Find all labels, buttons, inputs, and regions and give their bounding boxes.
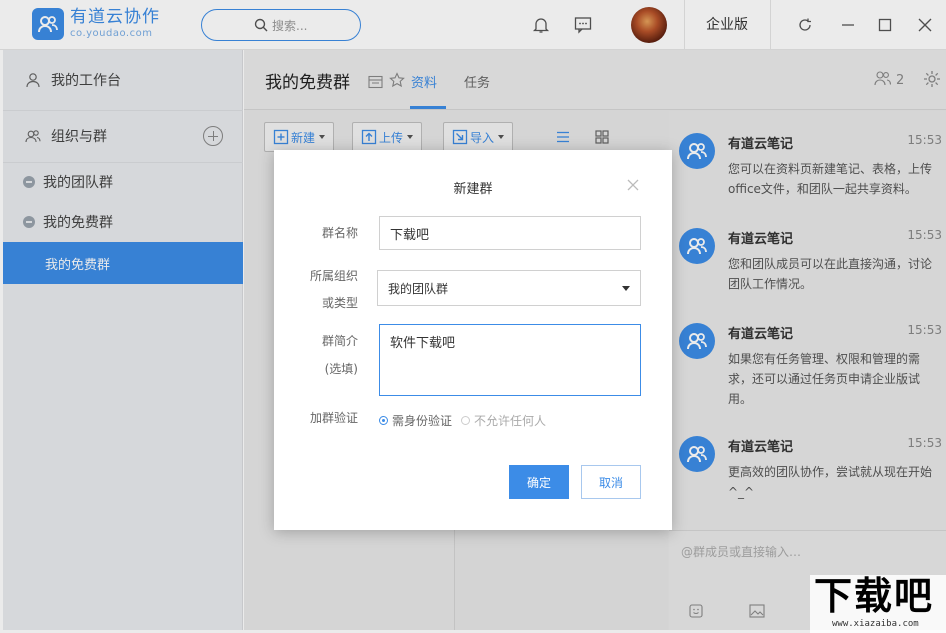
confirm-button[interactable]: 确定 bbox=[509, 465, 569, 499]
group-description-value: 软件下载吧 bbox=[390, 336, 456, 351]
desc-label: 群简介 bbox=[321, 334, 358, 348]
org-select-value: 我的团队群 bbox=[388, 281, 449, 296]
verify-radio-identity[interactable]: 需身份验证 bbox=[379, 412, 452, 429]
group-name-value: 下载吧 bbox=[390, 227, 430, 243]
watermark: 下载吧 www.xiazaiba.com bbox=[810, 575, 946, 633]
org-label: 所属组织 bbox=[309, 269, 358, 283]
org-label-line2: 或类型 bbox=[321, 296, 358, 310]
group-name-label: 群名称 bbox=[321, 226, 358, 240]
org-select[interactable]: 我的团队群 bbox=[377, 270, 641, 306]
new-group-dialog: 新建群 群名称 下载吧 所属组织 或类型 我的团队群 群简介 (选填) 软件下载… bbox=[274, 150, 672, 530]
watermark-text: 下载吧 bbox=[814, 574, 935, 618]
group-description-textarea[interactable]: 软件下载吧 bbox=[379, 324, 641, 396]
radio-unselected-icon bbox=[461, 416, 470, 425]
verify-radio-nobody[interactable]: 不允许任何人 bbox=[461, 412, 546, 429]
chevron-down-icon bbox=[622, 286, 630, 291]
close-icon[interactable] bbox=[626, 178, 642, 194]
verify-label: 加群验证 bbox=[309, 411, 358, 425]
dialog-title: 新建群 bbox=[453, 182, 493, 197]
radio-label: 需身份验证 bbox=[392, 414, 453, 428]
radio-label: 不允许任何人 bbox=[474, 414, 547, 428]
group-name-input[interactable]: 下载吧 bbox=[379, 216, 641, 250]
desc-label-line2: (选填) bbox=[324, 362, 358, 376]
watermark-url: www.xiazaiba.com bbox=[832, 619, 919, 629]
radio-selected-icon bbox=[379, 416, 388, 425]
cancel-button[interactable]: 取消 bbox=[581, 465, 641, 499]
